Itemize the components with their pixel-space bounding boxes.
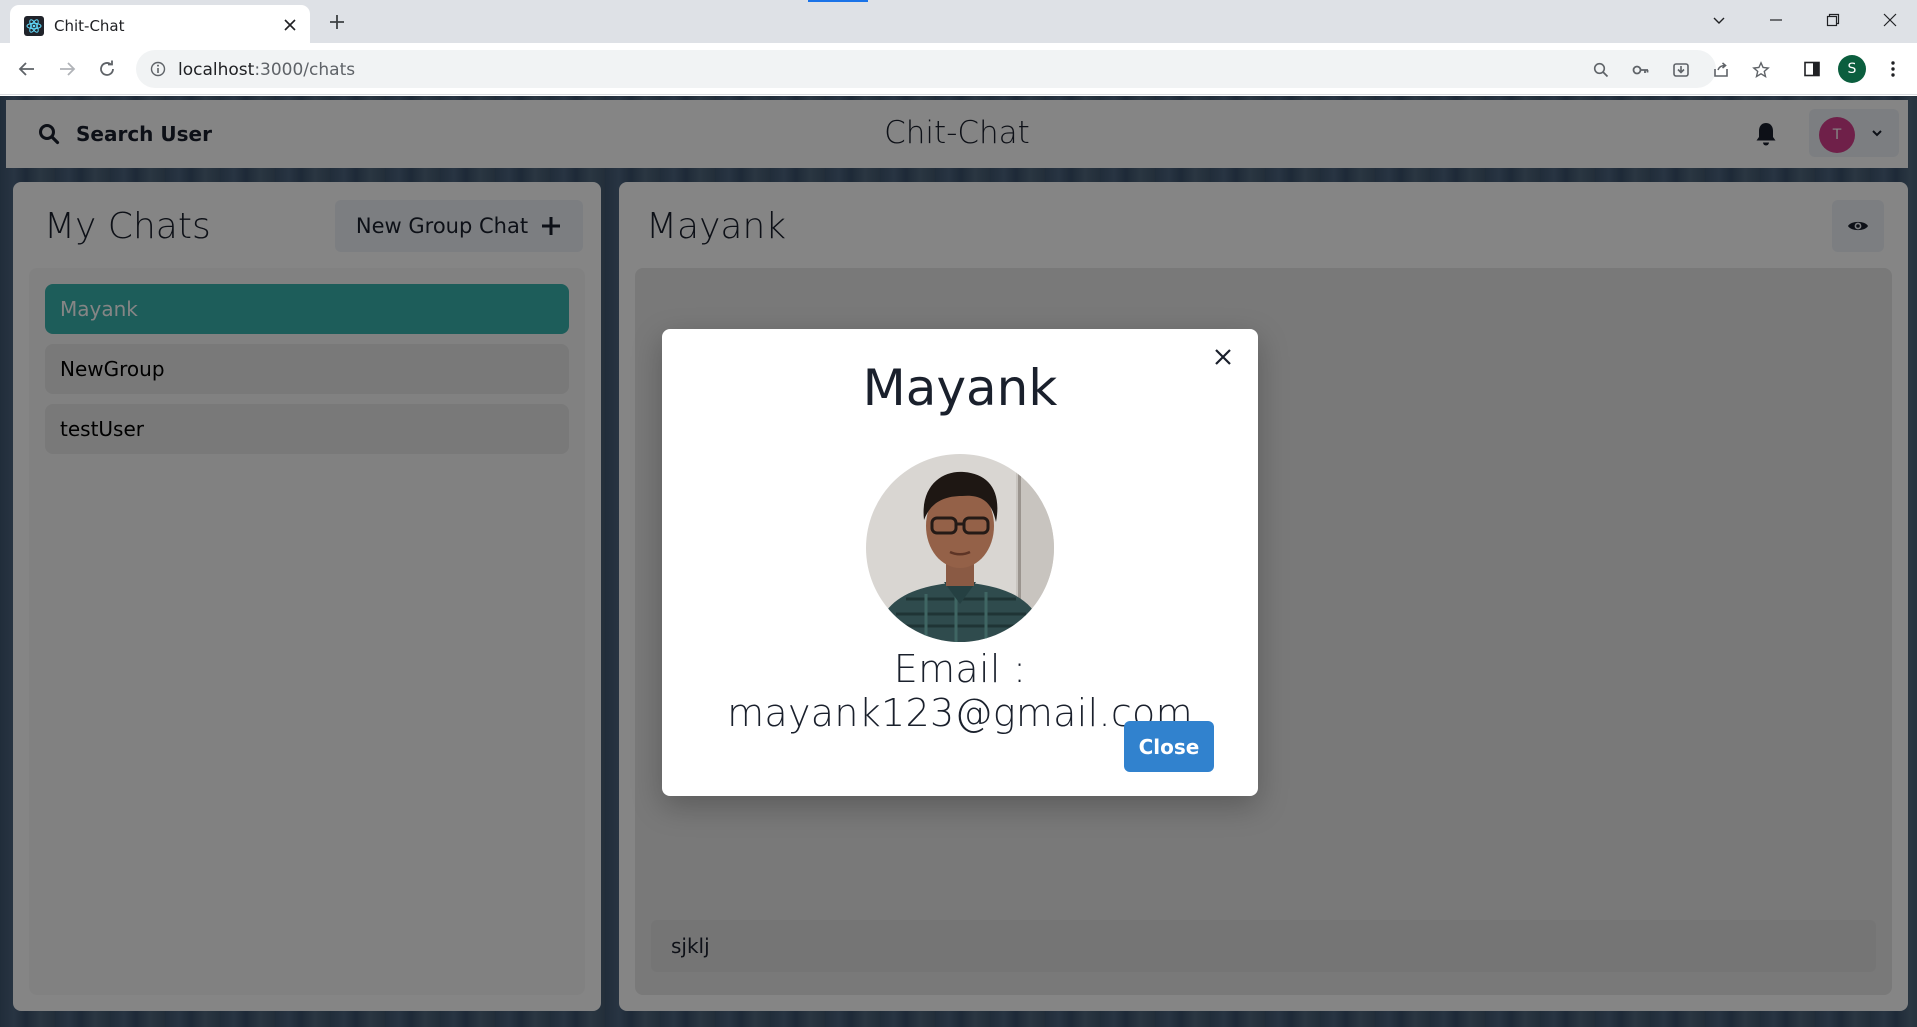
side-panel-icon[interactable] [1799, 56, 1825, 82]
browser-tabstrip: Chit-Chat [0, 0, 1917, 43]
profile-photo [866, 454, 1054, 642]
url-text: localhost:3000/chats [178, 60, 355, 80]
tab-close-icon[interactable] [280, 15, 300, 35]
close-button[interactable]: Close [1124, 721, 1214, 772]
key-icon[interactable] [1630, 59, 1652, 81]
url-path: :3000/chats [254, 60, 356, 80]
browser-tab-active[interactable]: Chit-Chat [10, 5, 310, 43]
back-icon[interactable] [14, 56, 40, 82]
zoom-search-icon[interactable] [1590, 59, 1612, 81]
new-tab-icon[interactable] [325, 10, 349, 34]
install-app-icon[interactable] [1670, 59, 1692, 81]
minimize-icon[interactable] [1761, 6, 1791, 34]
close-icon[interactable] [1209, 343, 1237, 371]
app-page: Search User Chit-Chat T My Chats New Gro… [0, 96, 1917, 1027]
reload-icon[interactable] [94, 56, 120, 82]
modal-title: Mayank [862, 359, 1058, 417]
browser-profile-avatar[interactable]: S [1838, 55, 1866, 83]
close-window-icon[interactable] [1875, 6, 1905, 34]
share-icon[interactable] [1710, 59, 1732, 81]
react-favicon-icon [24, 16, 44, 36]
bookmark-star-icon[interactable] [1750, 59, 1772, 81]
address-bar[interactable]: localhost:3000/chats [136, 50, 1770, 88]
tab-search-icon[interactable] [1704, 6, 1734, 34]
tabstrip-indicator [808, 0, 868, 2]
profile-modal: Mayank Email : mayank123@gmail.com Close [662, 329, 1258, 796]
browser-toolbar: localhost:3000/chats S [0, 43, 1917, 95]
tab-title: Chit-Chat [54, 17, 125, 35]
restore-icon[interactable] [1818, 6, 1848, 34]
forward-icon[interactable] [54, 56, 80, 82]
url-host: localhost [178, 60, 255, 80]
browser-menu-icon[interactable] [1880, 56, 1906, 82]
site-info-icon[interactable] [150, 61, 166, 77]
